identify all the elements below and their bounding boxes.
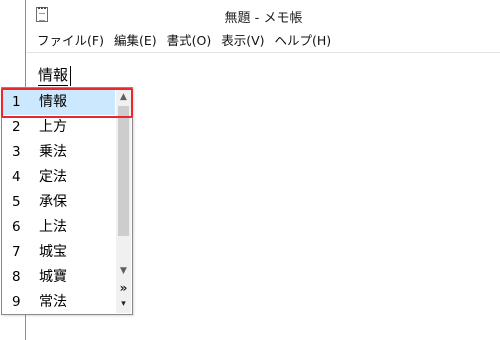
- candidate-item[interactable]: 6 上法: [3, 215, 115, 240]
- candidate-item[interactable]: 1 情報: [3, 90, 115, 115]
- candidate-item[interactable]: 4 定法: [3, 165, 115, 190]
- candidate-number: 5: [12, 194, 21, 210]
- candidate-word: 乗法: [39, 144, 67, 160]
- menu-help[interactable]: ヘルプ(H): [270, 30, 337, 52]
- menu-file[interactable]: ファイル(F): [32, 30, 109, 52]
- candidate-number: 7: [12, 244, 21, 260]
- candidate-word: 情報: [39, 94, 67, 110]
- candidate-number: 4: [12, 169, 21, 185]
- chevron-up-icon[interactable]: ▲: [116, 89, 131, 105]
- candidate-word: 定法: [39, 169, 67, 185]
- candidate-item[interactable]: 7 城宝: [3, 240, 115, 265]
- composition-text: 情報: [38, 66, 69, 86]
- candidate-item[interactable]: 2 上方: [3, 115, 115, 140]
- candidate-word: 常法: [39, 294, 67, 310]
- candidate-word: 承保: [39, 194, 67, 210]
- chevron-down-icon[interactable]: ▼: [116, 263, 131, 279]
- candidate-number: 3: [12, 144, 21, 160]
- candidate-item[interactable]: 3 乗法: [3, 140, 115, 165]
- candidate-scrollbar[interactable]: ▲ ▼ » ▾: [116, 89, 131, 313]
- menu-format[interactable]: 書式(O): [162, 30, 217, 52]
- candidate-number: 2: [12, 119, 21, 135]
- candidate-number: 9: [12, 294, 21, 310]
- menu-view[interactable]: 表示(V): [216, 30, 269, 52]
- menu-bar: ファイル(F) 編集(E) 書式(O) 表示(V) ヘルプ(H): [26, 30, 500, 53]
- candidate-item[interactable]: 5 承保: [3, 190, 115, 215]
- candidate-word: 上法: [39, 219, 67, 235]
- text-caret: [70, 66, 71, 86]
- candidate-item[interactable]: 8 城寶: [3, 265, 115, 290]
- candidate-number: 6: [12, 219, 21, 235]
- candidate-word: 城寶: [39, 269, 67, 285]
- menu-edit[interactable]: 編集(E): [109, 30, 162, 52]
- candidate-item[interactable]: 9 常法: [3, 290, 115, 315]
- scrollbar-thumb[interactable]: [118, 106, 129, 236]
- candidate-number: 8: [12, 269, 21, 285]
- candidate-list: 1 情報 2 上方 3 乗法 4 定法 5 承保 6 上法 7 城宝 8 城寶: [2, 90, 116, 315]
- expand-candidates-button[interactable]: »: [116, 281, 131, 295]
- candidate-number: 1: [12, 94, 21, 110]
- title-bar[interactable]: 無題 - メモ帳: [26, 0, 500, 30]
- candidate-word: 上方: [39, 119, 67, 135]
- candidate-word: 城宝: [39, 244, 67, 260]
- ime-candidate-window: 1 情報 2 上方 3 乗法 4 定法 5 承保 6 上法 7 城宝 8 城寶: [1, 87, 133, 315]
- candidate-menu-button[interactable]: ▾: [116, 297, 131, 311]
- window-title: 無題 - メモ帳: [224, 11, 303, 26]
